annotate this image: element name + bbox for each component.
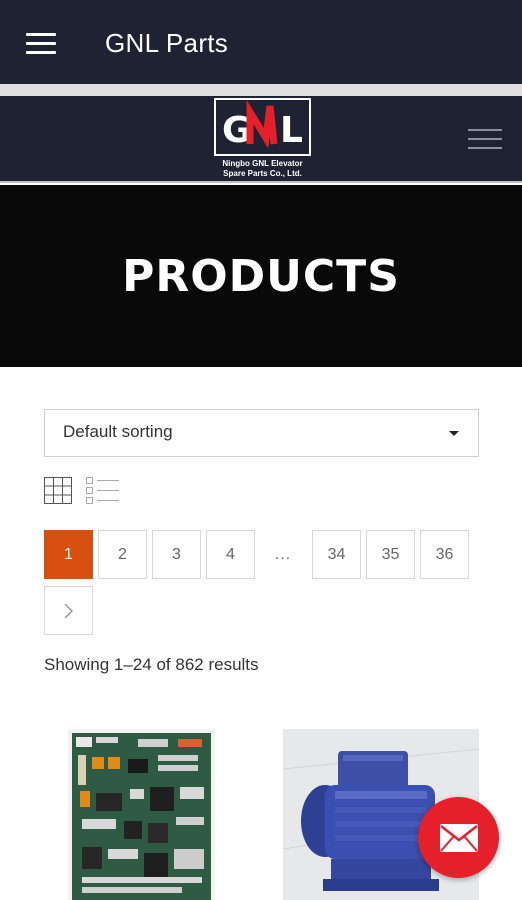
- mail-icon: [439, 823, 478, 852]
- page-link-4[interactable]: 4: [206, 530, 255, 579]
- page-link-3[interactable]: 3: [152, 530, 201, 579]
- page-hero: PRODUCTS: [0, 185, 522, 367]
- sorting-select[interactable]: Default sorting: [44, 409, 479, 457]
- pagination-ellipsis: …: [274, 544, 291, 563]
- results-count: Showing 1–24 of 862 results: [44, 655, 259, 674]
- page-link-2[interactable]: 2: [98, 530, 147, 579]
- divider-strip: [0, 84, 522, 96]
- grid-view-icon[interactable]: [44, 477, 72, 504]
- chevron-right-icon: [63, 602, 73, 619]
- app-title: GNL Parts: [105, 28, 229, 58]
- hamburger-menu-icon[interactable]: [26, 33, 56, 55]
- logo-caption: Ningbo GNL Elevator Spare Parts Co., Ltd…: [214, 159, 311, 179]
- page-link-35[interactable]: 35: [366, 530, 415, 579]
- app-bar: GNL Parts: [0, 0, 522, 84]
- page-link-34[interactable]: 34: [312, 530, 361, 579]
- contact-mail-button[interactable]: [418, 797, 499, 878]
- next-page-button[interactable]: [44, 586, 93, 635]
- site-header: G L Ningbo GNL Elevator Spare Parts Co.,…: [0, 96, 522, 183]
- logo-caption-line2: Spare Parts Co., Ltd.: [223, 169, 302, 178]
- page-title: PRODUCTS: [122, 250, 400, 302]
- site-menu-icon[interactable]: [468, 129, 502, 151]
- gnl-logo-icon: G L: [222, 99, 303, 151]
- sorting-selected-value: Default sorting: [63, 422, 173, 441]
- svg-text:L: L: [280, 110, 303, 151]
- company-logo[interactable]: G L Ningbo GNL Elevator Spare Parts Co.,…: [214, 98, 311, 180]
- list-view-icon[interactable]: [86, 477, 119, 504]
- chevron-down-icon: [449, 431, 459, 436]
- product-image-circuit-board[interactable]: [68, 729, 215, 900]
- page-link-1[interactable]: 1: [44, 530, 93, 579]
- logo-caption-line1: Ningbo GNL Elevator: [222, 159, 303, 168]
- page-link-36[interactable]: 36: [420, 530, 469, 579]
